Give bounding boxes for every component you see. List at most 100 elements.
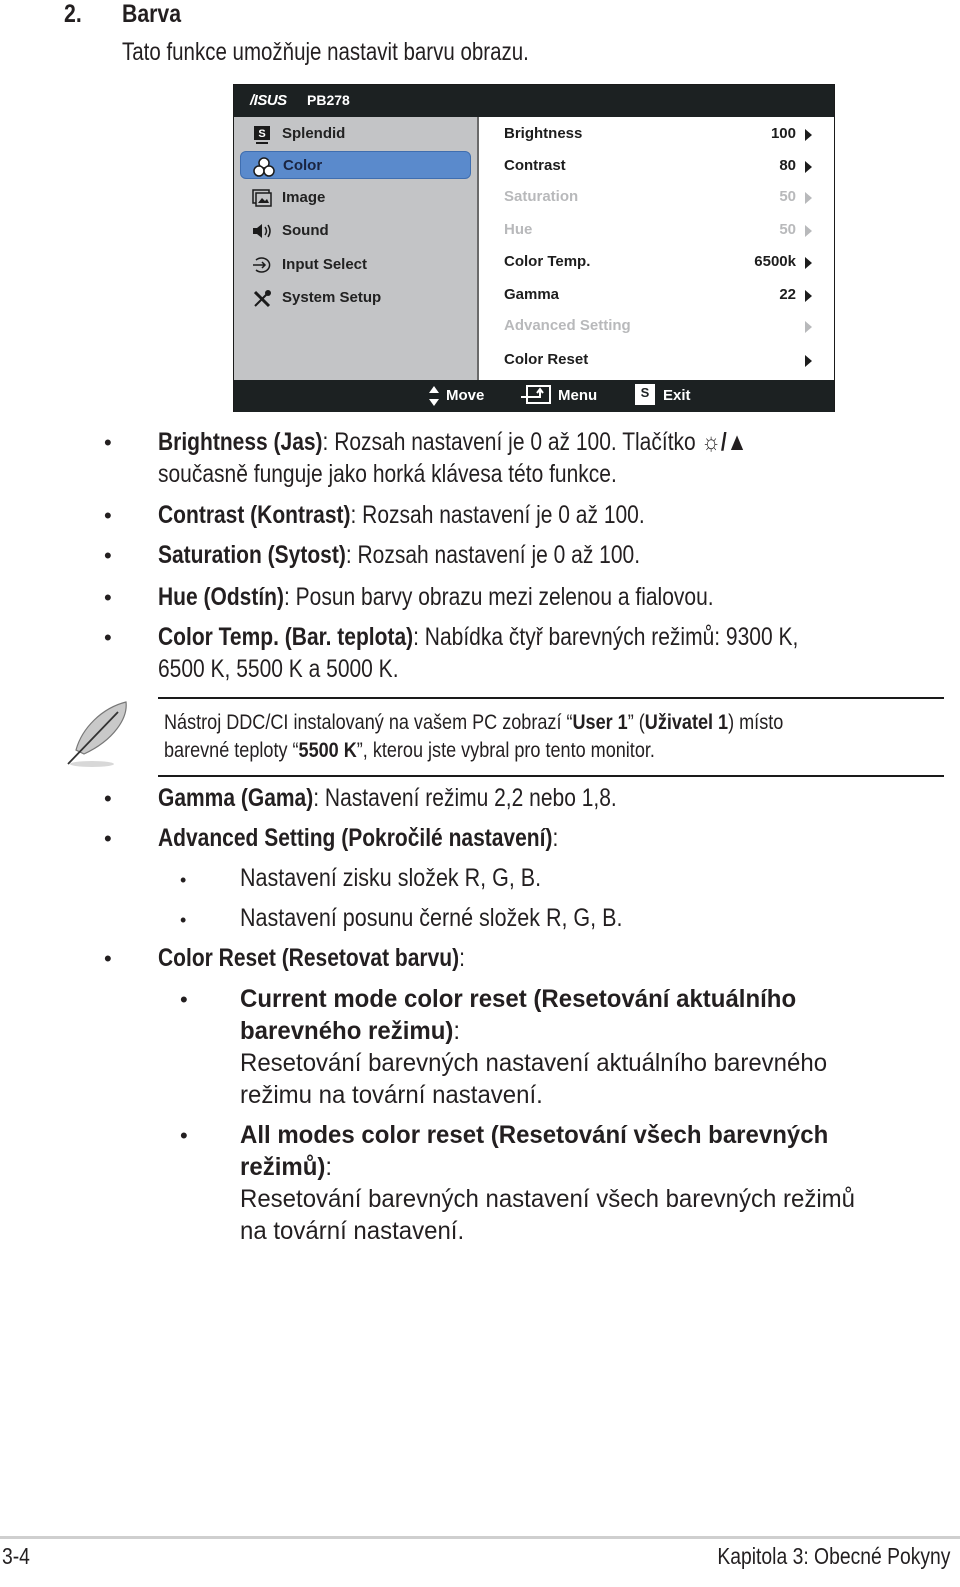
item-desc: :: [459, 944, 465, 972]
setting-value: 50: [779, 221, 796, 238]
setting-label: Hue: [504, 221, 533, 238]
item-desc: : Rozsah nastavení je 0 až 100. Tlačítko: [322, 428, 696, 456]
item-brightness: Brightness (Jas): Rozsah nastavení je 0 …: [158, 428, 860, 457]
item-desc: : Nabídka čtyř barevných režimů: 9300 K,: [413, 623, 799, 651]
reset-all-title: All modes color reset (Resetování všech …: [240, 1121, 853, 1150]
chapter-title: Kapitola 3: Obecné Pokyny: [673, 1543, 950, 1570]
section-heading-title: Barva: [122, 0, 192, 29]
item-advanced: Advanced Setting (Pokročilé nastavení):: [158, 824, 635, 853]
item-desc: současně funguje jako horká klávesa této…: [158, 460, 617, 488]
item-advanced-sub-1: Nastavení zisku složek R, G, B.: [240, 864, 590, 893]
color-rgb-icon: [253, 157, 275, 177]
tools-icon: [252, 289, 272, 308]
page-number-text: 3-4: [2, 1543, 30, 1569]
nav-label: Image: [282, 189, 326, 206]
move-label: Move: [446, 387, 485, 404]
note-bold: Uživatel 1: [644, 711, 729, 734]
reset-all-title-2: režimů):: [240, 1153, 336, 1182]
arrow-right-icon: [805, 161, 812, 173]
item-term: Color Temp. (Bar. teplota): [158, 623, 414, 651]
sub-item-desc: režimu na tovární nastavení.: [240, 1081, 543, 1109]
setting-value: 50: [779, 188, 796, 205]
arrow-right-icon: [805, 192, 812, 204]
speaker-icon: [252, 222, 272, 240]
colon: :: [453, 1017, 461, 1045]
setting-label: Saturation: [504, 188, 579, 205]
reset-all-desc-2: na tovární nastavení.: [240, 1217, 473, 1246]
setting-label: Contrast: [504, 157, 566, 174]
up-down-arrow-icon: [429, 386, 439, 406]
intro-text: Tato funkce umožňuje nastavit barvu obra…: [122, 38, 529, 66]
image-icon: [252, 189, 272, 207]
note-rule-bottom: [158, 775, 944, 777]
reset-current-title: Current mode color reset (Resetování akt…: [240, 985, 819, 1014]
nav-item-input-select[interactable]: Input Select: [240, 251, 471, 279]
item-desc: : Posun barvy obrazu mezi zelenou a fial…: [284, 583, 714, 611]
nav-item-splendid[interactable]: S Splendid: [240, 120, 471, 148]
sub-item-title: barevného režimu): [240, 1017, 454, 1045]
nav-item-system-setup[interactable]: System Setup: [240, 284, 471, 312]
setting-color-temp[interactable]: Color Temp. 6500k: [479, 249, 834, 275]
item-term: Hue (Odstín): [158, 583, 284, 611]
setting-label: Advanced Setting: [504, 317, 631, 334]
heading-title-text: Barva: [122, 0, 182, 28]
osd-settings: Brightness 100 Contrast 80 Saturation 50…: [479, 117, 834, 380]
item-desc: : Rozsah nastavení je 0 až 100.: [350, 501, 645, 529]
osd-menu: /ISUS PB278 S Splendid Color Image Sound: [233, 84, 835, 412]
colon: :: [325, 1153, 333, 1181]
item-brightness-line2: současně funguje jako horká klávesa této…: [158, 460, 704, 489]
setting-gamma[interactable]: Gamma 22: [479, 282, 834, 308]
nav-label: Sound: [282, 222, 329, 239]
arrow-right-icon: [805, 225, 812, 237]
setting-label: Brightness: [504, 125, 583, 142]
bullet: •: [104, 430, 112, 455]
sub-item-title: režimů): [240, 1153, 326, 1181]
osd-nav: S Splendid Color Image Sound Input Selec…: [234, 117, 479, 380]
footer-rule: [0, 1536, 960, 1539]
sub-bullet: •: [180, 910, 187, 930]
nav-item-image[interactable]: Image: [240, 184, 471, 212]
setting-value: 80: [779, 157, 796, 174]
item-desc: 6500 K, 5500 K a 5000 K.: [158, 655, 399, 683]
setting-contrast[interactable]: Contrast 80: [479, 153, 834, 179]
item-advanced-sub-2: Nastavení posunu černé složek R, G, B.: [240, 904, 685, 933]
setting-advanced: Advanced Setting: [479, 313, 834, 339]
item-colortemp-line2: 6500 K, 5500 K a 5000 K.: [158, 655, 444, 684]
nav-item-sound[interactable]: Sound: [240, 217, 471, 245]
item-colortemp: Color Temp. (Bar. teplota): Nabídka čtyř…: [158, 623, 920, 652]
arrow-right-icon: [805, 257, 812, 269]
splendid-s-key-icon: S: [635, 384, 655, 405]
item-term: Brightness (Jas): [158, 428, 323, 456]
item-term: Contrast (Kontrast): [158, 501, 351, 529]
nav-item-color[interactable]: Color: [240, 151, 471, 179]
reset-current-desc: Resetování barevných nastavení aktuálníh…: [240, 1049, 852, 1078]
chapter-title-text: Kapitola 3: Obecné Pokyny: [716, 1543, 950, 1569]
note-line-2: barevné teploty “5500 K”, kterou jste vy…: [164, 739, 735, 763]
section-heading-number: 2.: [64, 0, 85, 29]
item-desc: : Nastavení režimu 2,2 nebo 1,8.: [313, 784, 617, 812]
nav-label: Color: [283, 157, 323, 174]
osd-header: /ISUS PB278: [234, 85, 834, 117]
sub-bullet: •: [180, 870, 187, 890]
setting-label: Color Reset: [504, 351, 589, 368]
item-term: Color Reset (Resetovat barvu): [158, 944, 460, 972]
item-hue: Hue (Odstín): Posun barvy obrazu mezi ze…: [158, 583, 819, 612]
setting-brightness[interactable]: Brightness 100: [479, 121, 834, 147]
setting-label: Color Temp.: [504, 253, 591, 270]
menu-label: Menu: [558, 387, 598, 404]
bullet: •: [180, 1123, 188, 1148]
item-term: Saturation (Sytost): [158, 541, 346, 569]
sub-item-desc: Resetování barevných nastavení všech bar…: [240, 1185, 855, 1213]
section-intro: Tato funkce umožňuje nastavit barvu obra…: [122, 38, 618, 67]
item-contrast: Contrast (Kontrast): Rozsah nastavení je…: [158, 501, 737, 530]
exit-label: Exit: [663, 387, 691, 404]
reset-current-title-2: barevného režimu):: [240, 1017, 469, 1046]
item-reset: Color Reset (Resetovat barvu):: [158, 944, 523, 973]
arrow-right-icon: [805, 290, 812, 302]
asus-logo: /ISUS: [250, 92, 287, 109]
setting-color-reset[interactable]: Color Reset: [479, 347, 834, 373]
bullet: •: [180, 987, 188, 1012]
item-gamma: Gamma (Gama): Nastavení režimu 2,2 nebo …: [158, 784, 704, 813]
note-rule-top: [158, 697, 944, 699]
bullet: •: [104, 503, 112, 528]
